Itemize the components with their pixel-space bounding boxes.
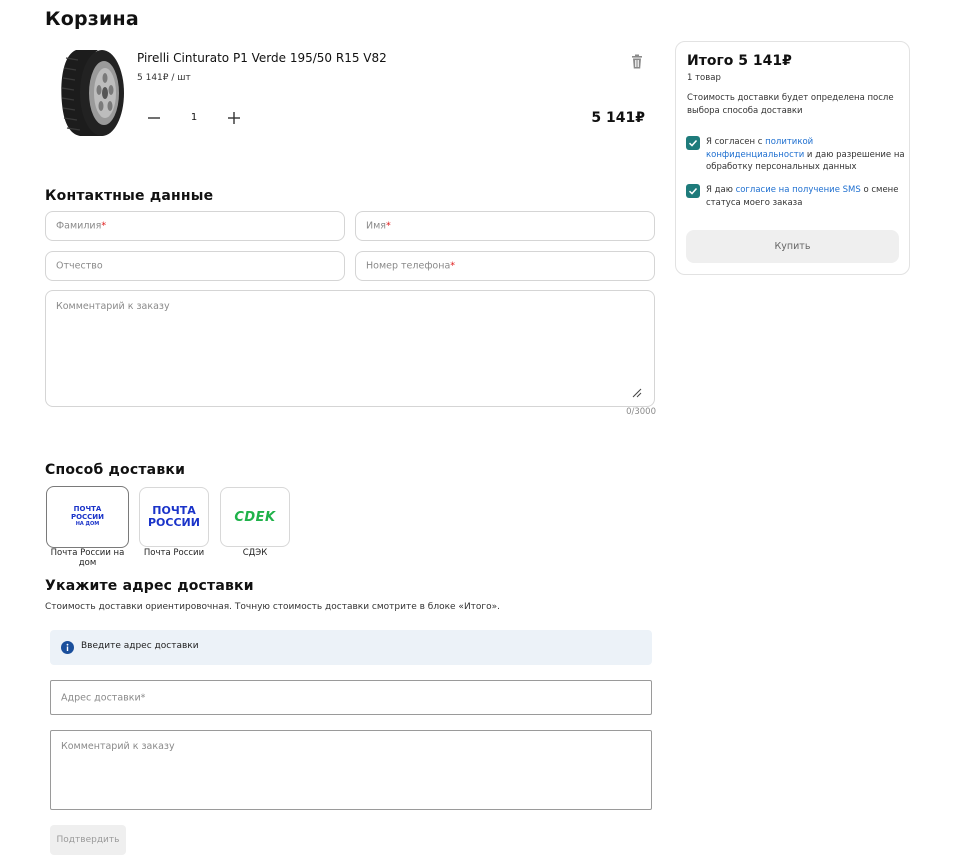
page-title: Корзина (45, 8, 139, 30)
increase-quantity-button[interactable] (224, 108, 244, 128)
check-icon (688, 139, 698, 147)
sms-consent-link[interactable]: согласие на получение SMS (736, 185, 861, 195)
delivery-address-input[interactable]: Адрес доставки* (50, 680, 652, 715)
required-mark: * (386, 220, 391, 232)
phone-placeholder: Номер телефона (366, 260, 451, 272)
first-name-field[interactable]: Имя* (355, 211, 655, 241)
order-comment-placeholder: Комментарий к заказу (56, 301, 170, 312)
delivery-option-label: Почта России на дом (50, 548, 125, 568)
required-mark: * (101, 220, 107, 232)
delivery-address-placeholder: Адрес доставки* (61, 692, 146, 703)
summary-delivery-note: Стоимость доставки будет определена посл… (687, 93, 894, 116)
summary-item-count: 1 товар (687, 73, 721, 83)
patronymic-placeholder: Отчество (56, 260, 103, 272)
quantity-value[interactable]: 1 (186, 112, 202, 123)
tire-image (61, 50, 124, 136)
check-icon (688, 187, 698, 195)
trash-icon[interactable] (630, 54, 644, 70)
order-comment-textarea[interactable]: Комментарий к заказу (45, 290, 655, 407)
last-name-placeholder: Фамилия (56, 220, 102, 232)
product-name[interactable]: Pirelli Cinturato P1 Verde 195/50 R15 V8… (137, 51, 387, 65)
contact-section-title: Контактные данные (45, 188, 214, 204)
address-hint: Стоимость доставки ориентировочная. Точн… (45, 602, 501, 612)
summary-total: Итого 5 141₽ (687, 53, 792, 69)
address-comment-textarea[interactable]: Комментарий к заказу (50, 730, 652, 810)
delivery-section-title: Способ доставки (45, 462, 186, 478)
privacy-consent-checkbox[interactable] (686, 136, 700, 150)
last-name-field[interactable]: Фамилия* (45, 211, 345, 241)
product-unit-price: 5 141₽ / шт (137, 73, 191, 83)
delivery-option-cdek[interactable]: CDEK (220, 487, 290, 547)
sms-consent-text: Я даю согласие на получение SMS о смене … (706, 185, 899, 208)
required-mark: * (450, 260, 456, 272)
delivery-option-pochta-home[interactable]: ПОЧТА РОССИИ НА ДОМ (46, 486, 129, 548)
delivery-option-label: СДЭК (242, 548, 268, 558)
pochta-home-logo: ПОЧТА РОССИИ НА ДОМ (70, 505, 105, 527)
info-icon (61, 641, 74, 654)
delivery-option-pochta[interactable]: ПОЧТА РОССИИ (139, 487, 209, 547)
comment-char-counter: 0/3000 (626, 407, 656, 417)
privacy-consent-text: Я согласен с политикой конфиденциальност… (706, 137, 905, 172)
first-name-placeholder: Имя (366, 220, 386, 232)
address-section-title: Укажите адрес доставки (45, 578, 254, 594)
pochta-logo: ПОЧТА РОССИИ (148, 504, 200, 529)
sms-consent-checkbox[interactable] (686, 184, 700, 198)
delivery-option-label: Почта России (143, 548, 205, 558)
buy-button[interactable]: Купить (686, 230, 899, 263)
info-banner-text: Введите адрес доставки (81, 641, 199, 651)
cdek-logo: CDEK (234, 510, 276, 525)
resize-handle-icon[interactable] (632, 388, 642, 398)
line-total: 5 141₽ (591, 110, 645, 126)
phone-field[interactable]: Номер телефона* (355, 251, 655, 281)
decrease-quantity-button[interactable] (145, 108, 163, 128)
patronymic-field[interactable]: Отчество (45, 251, 345, 281)
address-comment-placeholder: Комментарий к заказу (61, 741, 175, 752)
confirm-button[interactable]: Подтвердить (50, 825, 126, 855)
